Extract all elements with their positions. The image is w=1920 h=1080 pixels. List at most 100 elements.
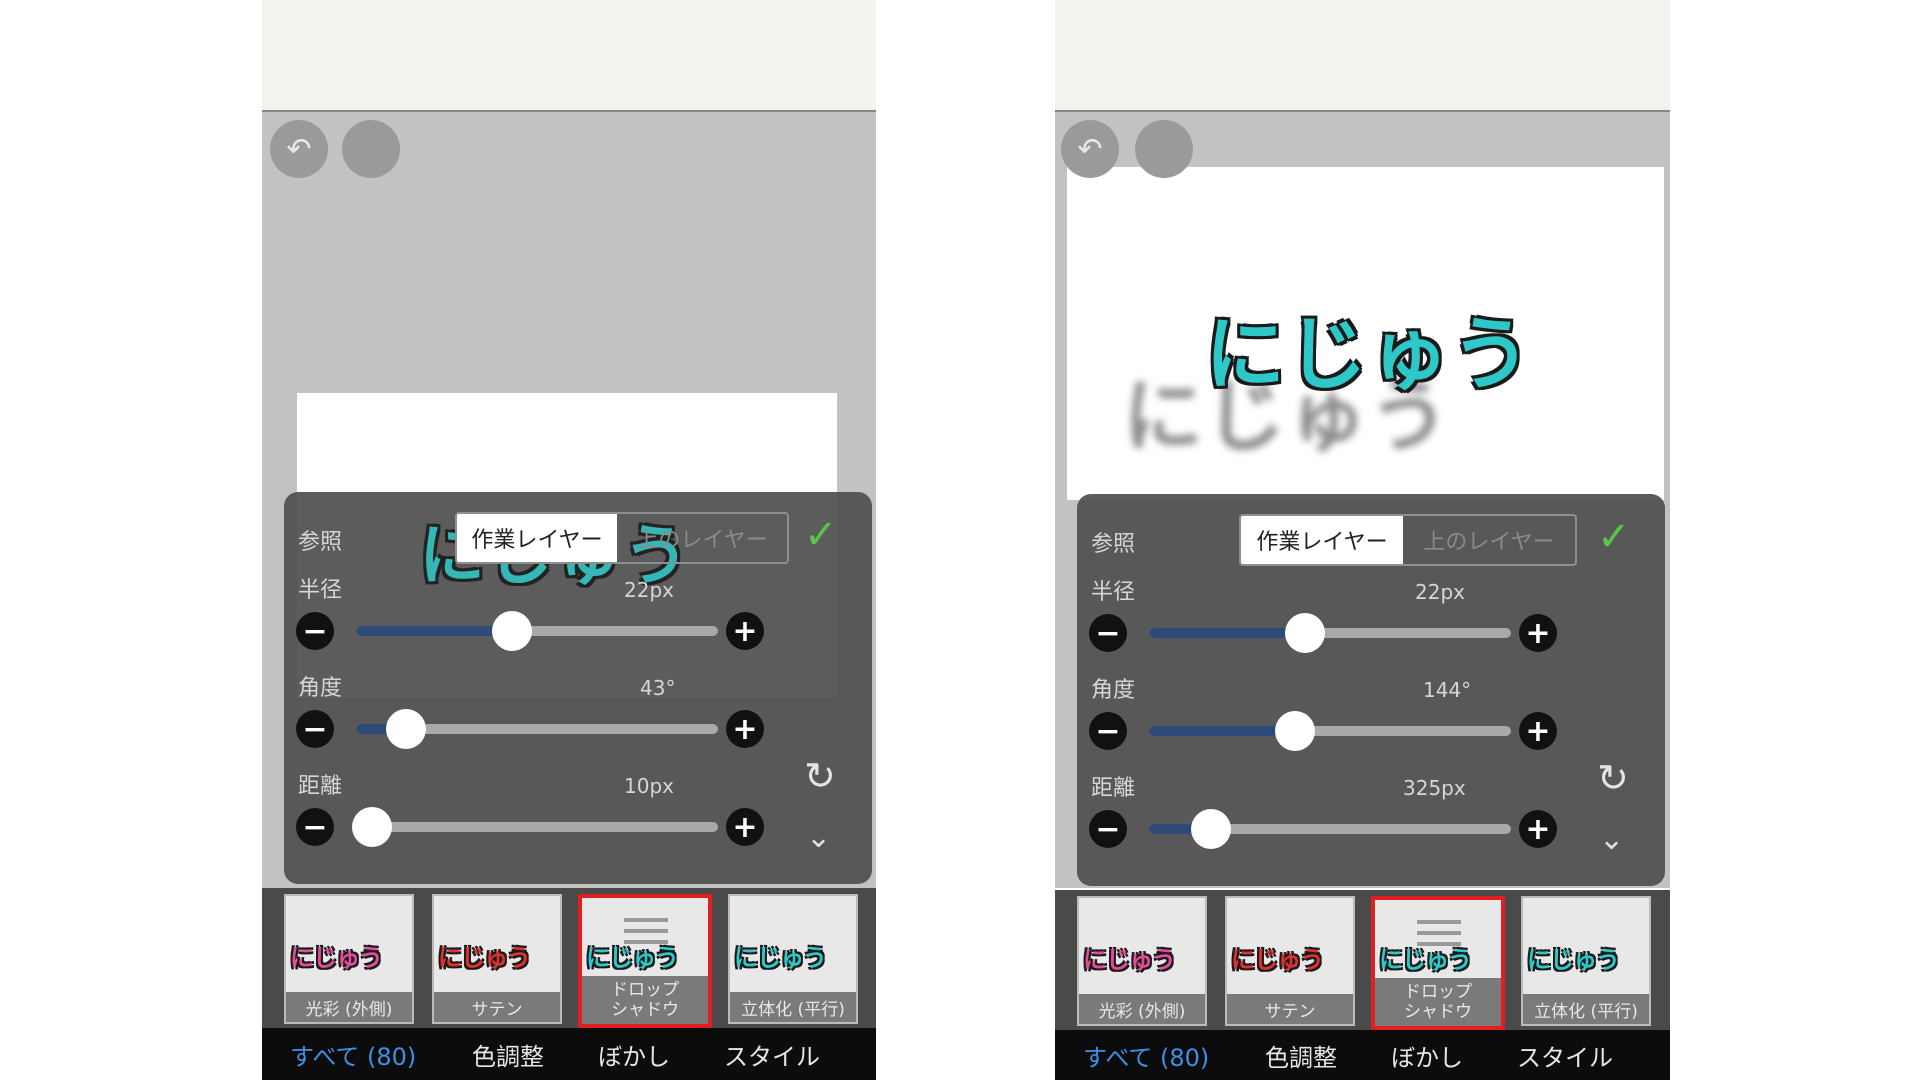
top-bar xyxy=(262,0,876,112)
thumb-label-line1: ドロップ xyxy=(611,980,679,1000)
effect-glow-outer[interactable]: にじゅう 光彩 (外側) xyxy=(284,894,414,1024)
effect-thumbnails: にじゅう 光彩 (外側) にじゅう サテン にじゅう ドロップ シャドウ にじゅ… xyxy=(1055,890,1670,1030)
radius-minus-button[interactable]: − xyxy=(296,612,334,650)
distance-minus-button[interactable]: − xyxy=(1089,810,1127,848)
effect-satin[interactable]: にじゅう サテン xyxy=(432,894,562,1024)
radius-minus-button[interactable]: − xyxy=(1089,614,1127,652)
screen-left: ↶ にじゅう 参照 作業レイヤー 上のレイヤー ✓ 半径 22px − + 角度… xyxy=(262,0,876,1080)
angle-slider-knob[interactable] xyxy=(1275,711,1315,751)
angle-value: 43° xyxy=(640,676,676,700)
radius-plus-button[interactable]: + xyxy=(1519,614,1557,652)
effect-glow-outer[interactable]: にじゅう 光彩 (外側) xyxy=(1077,896,1207,1026)
thumb-label: 立体化 (平行) xyxy=(730,992,856,1022)
thumb-label: サテン xyxy=(434,992,560,1022)
tab-blur[interactable]: ぼかし xyxy=(598,1037,670,1072)
angle-plus-button[interactable]: + xyxy=(1519,712,1557,750)
angle-value: 144° xyxy=(1423,678,1472,702)
effect-satin[interactable]: にじゅう サテン xyxy=(1225,896,1355,1026)
angle-minus-button[interactable]: − xyxy=(1089,712,1127,750)
angle-label: 角度 xyxy=(298,676,343,701)
radius-slider[interactable] xyxy=(1149,613,1511,653)
effect-drop-shadow[interactable]: にじゅう ドロップ シャドウ xyxy=(578,894,712,1028)
thumb-label-line1: ドロップ xyxy=(1404,982,1472,1002)
thumb-preview: にじゅう xyxy=(1083,946,1176,974)
thumb-label: 立体化 (平行) xyxy=(1523,994,1649,1024)
thumb-label: ドロップ シャドウ xyxy=(1375,978,1501,1026)
thumb-label: サテン xyxy=(1227,994,1353,1024)
distance-slider-knob[interactable] xyxy=(352,807,392,847)
reference-label: 参照 xyxy=(1091,532,1136,557)
effect-drop-shadow[interactable]: にじゅう ドロップ シャドウ xyxy=(1371,896,1505,1030)
undo-button[interactable]: ↶ xyxy=(1061,120,1119,178)
thumb-label: 光彩 (外側) xyxy=(286,992,412,1022)
angle-slider[interactable] xyxy=(1149,711,1511,751)
radius-slider-knob[interactable] xyxy=(1285,613,1325,653)
angle-plus-button[interactable]: + xyxy=(726,710,764,748)
angle-label: 角度 xyxy=(1091,678,1136,703)
radius-slider-knob[interactable] xyxy=(492,611,532,651)
radius-slider[interactable] xyxy=(356,611,718,651)
category-tabs: すべて (80) 色調整 ぼかし スタイル xyxy=(262,1028,876,1080)
undo-icon: ↶ xyxy=(286,131,312,167)
distance-label: 距離 xyxy=(1091,776,1136,801)
distance-slider-knob[interactable] xyxy=(1191,809,1231,849)
reference-toggle[interactable]: 作業レイヤー 上のレイヤー xyxy=(455,512,789,564)
thumb-preview: にじゅう xyxy=(438,944,531,972)
menu-button[interactable] xyxy=(342,120,400,178)
check-icon[interactable]: ✓ xyxy=(804,512,838,558)
distance-value: 325px xyxy=(1403,776,1466,800)
tab-style[interactable]: スタイル xyxy=(1517,1038,1613,1073)
effect-thumbnails: にじゅう 光彩 (外側) にじゅう サテン にじゅう ドロップ シャドウ にじゅ… xyxy=(262,888,876,1028)
distance-value: 10px xyxy=(624,774,674,798)
tab-all[interactable]: すべて (80) xyxy=(290,1037,416,1072)
top-bar xyxy=(1055,0,1670,112)
thumb-label: 光彩 (外側) xyxy=(1079,994,1205,1024)
tab-color-adjust[interactable]: 色調整 xyxy=(472,1037,544,1072)
check-icon[interactable]: ✓ xyxy=(1597,514,1631,560)
thumb-label-line2: シャドウ xyxy=(1404,1002,1472,1022)
effect-settings-panel: にじゅう 参照 作業レイヤー 上のレイヤー ✓ 半径 22px − + 角度 4… xyxy=(284,492,872,884)
radius-value: 22px xyxy=(624,578,674,602)
distance-plus-button[interactable]: + xyxy=(1519,810,1557,848)
option-upper-layer[interactable]: 上のレイヤー xyxy=(617,514,787,562)
radius-label: 半径 xyxy=(298,578,343,603)
menu-button[interactable] xyxy=(1135,120,1193,178)
reference-toggle[interactable]: 作業レイヤー 上のレイヤー xyxy=(1239,514,1577,566)
angle-slider[interactable] xyxy=(356,709,718,749)
undo-button[interactable]: ↶ xyxy=(270,120,328,178)
tab-all[interactable]: すべて (80) xyxy=(1083,1038,1209,1073)
angle-minus-button[interactable]: − xyxy=(296,710,334,748)
option-work-layer[interactable]: 作業レイヤー xyxy=(1241,516,1403,564)
angle-slider-knob[interactable] xyxy=(386,709,426,749)
reset-icon[interactable]: ↻ xyxy=(1597,756,1629,800)
option-work-layer[interactable]: 作業レイヤー xyxy=(457,514,617,562)
distance-minus-button[interactable]: − xyxy=(296,808,334,846)
radius-label: 半径 xyxy=(1091,580,1136,605)
chevron-down-icon[interactable]: ⌄ xyxy=(1599,822,1624,857)
effect-settings-panel: 参照 作業レイヤー 上のレイヤー ✓ 半径 22px − + 角度 144° −… xyxy=(1077,494,1665,886)
option-upper-layer[interactable]: 上のレイヤー xyxy=(1403,516,1575,564)
thumb-preview: にじゅう xyxy=(734,944,827,972)
effect-extrude-parallel[interactable]: にじゅう 立体化 (平行) xyxy=(728,894,858,1024)
chevron-down-icon[interactable]: ⌄ xyxy=(806,820,831,855)
thumb-label-line2: シャドウ xyxy=(611,1000,679,1020)
distance-slider[interactable] xyxy=(1149,809,1511,849)
tab-blur[interactable]: ぼかし xyxy=(1391,1038,1463,1073)
distance-slider[interactable] xyxy=(352,807,718,847)
thumb-preview: にじゅう xyxy=(1527,946,1620,974)
distance-label: 距離 xyxy=(298,774,343,799)
radius-value: 22px xyxy=(1415,580,1465,604)
tab-style[interactable]: スタイル xyxy=(724,1037,820,1072)
thumb-label: ドロップ シャドウ xyxy=(582,976,708,1024)
thumb-preview: にじゅう xyxy=(586,944,679,972)
thumb-preview: にじゅう xyxy=(290,944,383,972)
undo-icon: ↶ xyxy=(1077,131,1103,167)
category-tabs: すべて (80) 色調整 ぼかし スタイル xyxy=(1055,1030,1670,1080)
distance-plus-button[interactable]: + xyxy=(726,808,764,846)
tab-color-adjust[interactable]: 色調整 xyxy=(1265,1038,1337,1073)
canvas-text: にじゅう xyxy=(1205,308,1533,401)
thumb-preview: にじゅう xyxy=(1379,946,1472,974)
reset-icon[interactable]: ↻ xyxy=(804,754,836,798)
radius-plus-button[interactable]: + xyxy=(726,612,764,650)
effect-extrude-parallel[interactable]: にじゅう 立体化 (平行) xyxy=(1521,896,1651,1026)
